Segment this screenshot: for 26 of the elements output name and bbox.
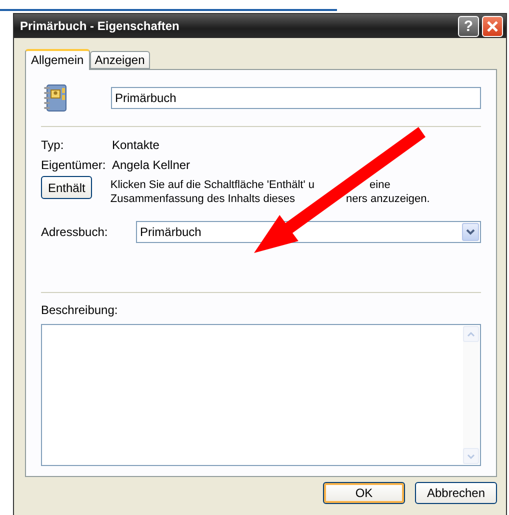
tab[interactable]: Allgemein — [25, 49, 90, 70]
description-field[interactable] — [41, 324, 481, 466]
hint-text: Klicken Sie auf die Schaltfläche 'Enthält' u — [110, 178, 315, 192]
close-icon — [486, 20, 499, 32]
dialog-button[interactable]: OK — [323, 482, 405, 504]
dialog-button[interactable]: Abbrechen — [415, 482, 497, 504]
close-button[interactable] — [482, 16, 503, 36]
hint-text: Zusammenfassung des Inhalts dieses — [110, 192, 296, 206]
scroll-up-icon[interactable] — [463, 326, 479, 342]
property-value: Angela Kellner — [112, 158, 190, 172]
contents-button[interactable]: Enthält — [41, 176, 92, 199]
address-book-icon — [42, 84, 68, 112]
name-field[interactable]: Primärbuch — [111, 87, 481, 109]
address-book-dropdown[interactable]: Primärbuch — [136, 221, 481, 243]
property-value: Kontakte — [112, 138, 160, 152]
chevron-down-icon — [466, 229, 475, 235]
scroll-down-icon[interactable] — [463, 448, 479, 464]
address-book-label: Adressbuch: — [41, 225, 109, 239]
help-button[interactable]: ? — [458, 16, 479, 36]
description-label: Beschreibung: — [41, 303, 119, 317]
property-label: Eigentümer: — [41, 158, 107, 172]
hint-text: ners anzuzeigen. — [346, 192, 430, 206]
property-label: Typ: — [41, 138, 65, 152]
tab[interactable]: Anzeigen — [90, 51, 150, 69]
window-title: Primärbuch - Eigenschaften — [20, 19, 180, 33]
hint-text: eine — [370, 178, 390, 192]
